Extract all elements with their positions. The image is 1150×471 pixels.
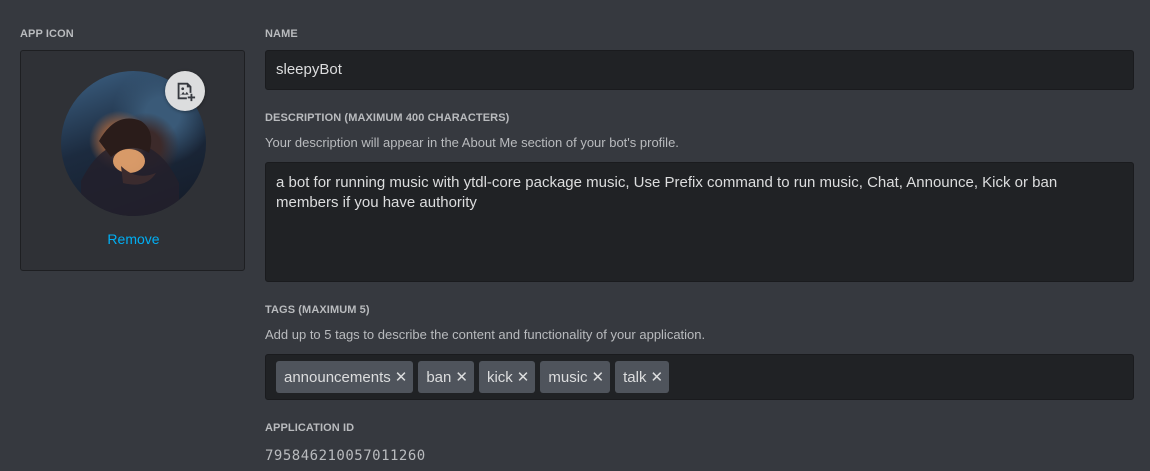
close-icon[interactable]: ✕ [517, 368, 530, 386]
description-hint: Your description will appear in the Abou… [265, 135, 679, 150]
application-id-label: APPLICATION ID [265, 422, 355, 434]
tag-chip: kick ✕ [478, 361, 536, 393]
name-label: NAME [265, 28, 298, 40]
tag-chip: announcements ✕ [276, 361, 414, 393]
description-textarea[interactable]: a bot for running music with ytdl-core p… [265, 162, 1134, 282]
application-id-value[interactable]: 795846210057011260 [265, 448, 1134, 464]
tag-label: ban [426, 368, 452, 386]
remove-icon-link[interactable]: Remove [21, 231, 246, 247]
app-settings-page: APP ICON Remove NAME sleepyBot DESCRIPTI… [0, 0, 1150, 471]
tags-label: TAGS (MAXIMUM 5) [265, 304, 370, 316]
tags-input[interactable]: announcements ✕ ban ✕ kick ✕ music ✕ tal… [265, 354, 1134, 400]
image-plus-glyph [177, 82, 196, 102]
close-icon[interactable]: ✕ [455, 368, 468, 386]
app-icon-panel: Remove [20, 50, 245, 271]
description-label: DESCRIPTION (MAXIMUM 400 CHARACTERS) [265, 112, 510, 124]
app-icon-label: APP ICON [20, 28, 74, 40]
tag-label: announcements [284, 368, 391, 386]
close-icon[interactable]: ✕ [592, 368, 605, 386]
close-icon[interactable]: ✕ [395, 368, 408, 386]
tag-chip: ban ✕ [418, 361, 474, 393]
close-icon[interactable]: ✕ [650, 368, 663, 386]
name-input[interactable]: sleepyBot [265, 50, 1134, 90]
tags-hint: Add up to 5 tags to describe the content… [265, 327, 706, 342]
tag-label: kick [486, 368, 513, 386]
tag-label: talk [623, 368, 647, 386]
tag-chip: music ✕ [540, 361, 611, 393]
tag-label: music [548, 368, 588, 386]
add-image-icon[interactable] [165, 71, 205, 111]
tag-chip: talk ✕ [615, 361, 670, 393]
